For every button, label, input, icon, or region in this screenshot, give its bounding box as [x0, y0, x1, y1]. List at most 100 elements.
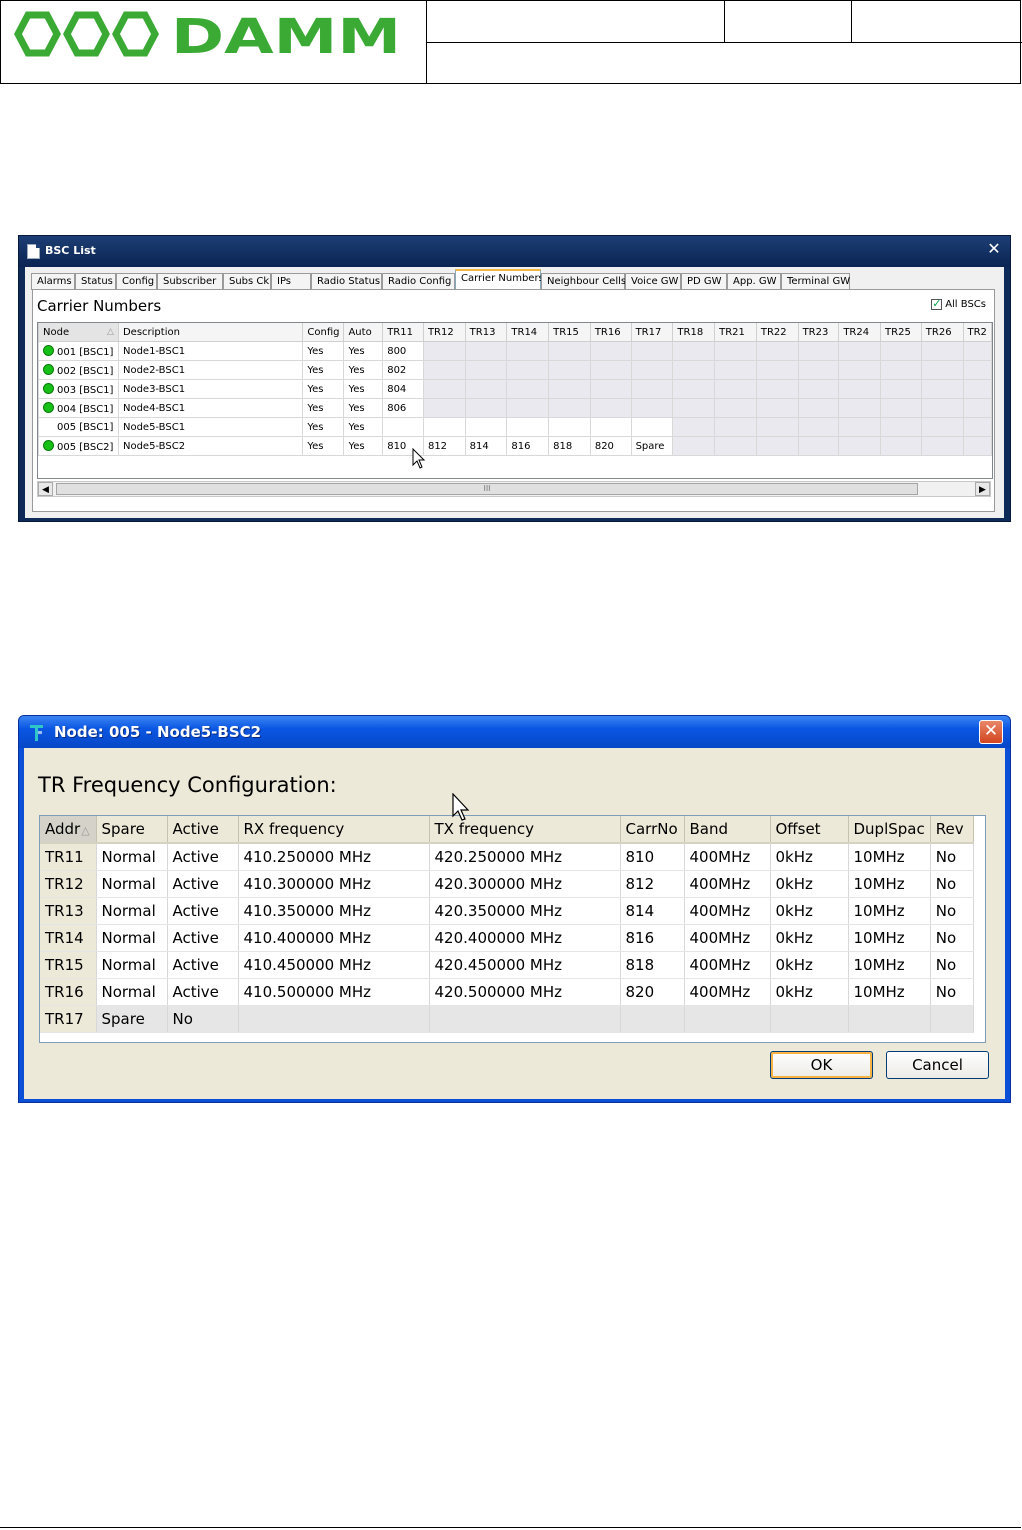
cell-carrno[interactable]: 820 — [620, 978, 685, 1006]
bsc-list-titlebar[interactable]: BSC List ✕ — [19, 236, 1010, 267]
table-row[interactable]: TR16 Normal Active 410.500000 MHz 420.500000… — [40, 978, 974, 1006]
carrier-cell[interactable]: 818 — [548, 436, 591, 456]
table-row[interactable]: TR13 Normal Active 410.350000 MHz 420.350000… — [40, 897, 974, 925]
column-header-auto[interactable]: Auto — [343, 323, 384, 342]
column-header-tr18[interactable]: TR18 — [672, 323, 716, 342]
carrier-cell[interactable]: 812 — [422, 436, 466, 456]
cell-tx-frequency[interactable]: 420.250000 MHz — [429, 843, 621, 871]
cell-spare[interactable]: Normal — [96, 951, 168, 979]
carrier-cell[interactable] — [589, 417, 632, 437]
column-header-offset[interactable]: Offset — [770, 816, 849, 844]
cell-rx-frequency[interactable]: 410.300000 MHz — [238, 870, 430, 898]
column-header-tr21[interactable]: TR21 — [714, 323, 757, 342]
table-row[interactable]: TR15 Normal Active 410.450000 MHz 420.450000… — [40, 951, 974, 979]
cell-rx-frequency[interactable]: 410.400000 MHz — [238, 924, 430, 952]
tab-ips[interactable]: IPs — [271, 273, 311, 289]
column-header-tr11[interactable]: TR11 — [382, 323, 424, 342]
tab-voice-gw[interactable]: Voice GW — [625, 273, 681, 289]
table-row[interactable]: TR11 Normal Active 410.250000 MHz 420.250000… — [40, 843, 974, 871]
table-row[interactable]: 005 [BSC1] Node5-BSC1 Yes Yes — [38, 417, 992, 437]
cell-rev[interactable]: No — [930, 897, 974, 925]
carrier-cell[interactable]: 806 — [382, 398, 424, 418]
column-header-carrno[interactable]: CarrNo — [620, 816, 685, 844]
table-row[interactable]: 003 [BSC1] Node3-BSC1 Yes Yes 804 — [38, 379, 992, 399]
cell-tx-frequency[interactable]: 420.450000 MHz — [429, 951, 621, 979]
cell-carrno[interactable]: 816 — [620, 924, 685, 952]
cell-rx-frequency[interactable]: 410.350000 MHz — [238, 897, 430, 925]
cell-active[interactable]: Active — [167, 951, 239, 979]
horizontal-scrollbar[interactable]: ◀ III ▶ — [37, 481, 991, 497]
carrier-cell[interactable] — [422, 417, 466, 437]
tab-radio-status[interactable]: Radio Status — [311, 273, 382, 289]
cell-band[interactable]: 400MHz — [684, 924, 771, 952]
cell-offset[interactable]: 0kHz — [770, 870, 849, 898]
cell-spare[interactable]: Normal — [96, 897, 168, 925]
carrier-cell[interactable]: 802 — [382, 360, 424, 380]
cell-spare[interactable]: Normal — [96, 924, 168, 952]
column-header-tr2[interactable]: TR2 — [962, 323, 992, 342]
tab-neighbour-cells[interactable]: Neighbour Cells — [541, 273, 626, 289]
cell-rx-frequency[interactable]: 410.500000 MHz — [238, 978, 430, 1006]
tab-config[interactable]: Config — [116, 273, 157, 289]
column-header-duplspac[interactable]: DuplSpac — [848, 816, 931, 844]
cell-offset[interactable]: 0kHz — [770, 843, 849, 871]
cell-tx-frequency[interactable] — [429, 1005, 621, 1033]
carrier-cell[interactable] — [548, 417, 591, 437]
tab-pd-gw[interactable]: PD GW — [681, 273, 727, 289]
column-header-description[interactable]: Description — [117, 323, 304, 342]
column-header-tr16[interactable]: TR16 — [589, 323, 632, 342]
cell-band[interactable]: 400MHz — [684, 870, 771, 898]
column-header-tr24[interactable]: TR24 — [838, 323, 882, 342]
column-header-active[interactable]: Active — [167, 816, 239, 844]
column-header-tr23[interactable]: TR23 — [797, 323, 840, 342]
cell-active[interactable]: Active — [167, 843, 239, 871]
close-button[interactable]: ✕ — [979, 720, 1003, 744]
carrier-cell[interactable] — [506, 417, 550, 437]
cell-active[interactable]: Active — [167, 978, 239, 1006]
table-row[interactable]: 005 [BSC2] Node5-BSC2 Yes Yes 810 812 814 816 81… — [38, 436, 992, 456]
cell-offset[interactable]: 0kHz — [770, 978, 849, 1006]
cell-rev[interactable]: No — [930, 924, 974, 952]
scroll-left-arrow[interactable]: ◀ — [38, 482, 53, 496]
carrier-cell[interactable]: 814 — [464, 436, 508, 456]
column-header-config[interactable]: Config — [302, 323, 345, 342]
tab-subscriber[interactable]: Subscriber — [157, 273, 223, 289]
cell-rev[interactable]: No — [930, 870, 974, 898]
column-header-spare[interactable]: Spare — [96, 816, 168, 844]
cell-rx-frequency[interactable]: 410.450000 MHz — [238, 951, 430, 979]
cell-tx-frequency[interactable]: 420.500000 MHz — [429, 978, 621, 1006]
tab-terminal-gw[interactable]: Terminal GW — [781, 273, 850, 289]
carrier-cell[interactable]: 816 — [506, 436, 550, 456]
cell-tx-frequency[interactable]: 420.400000 MHz — [429, 924, 621, 952]
table-row[interactable]: 002 [BSC1] Node2-BSC1 Yes Yes 802 — [38, 360, 992, 380]
cell-carrno[interactable]: 818 — [620, 951, 685, 979]
scroll-thumb[interactable]: III — [56, 483, 918, 495]
table-row[interactable]: 004 [BSC1] Node4-BSC1 Yes Yes 806 — [38, 398, 992, 418]
cell-offset[interactable]: 0kHz — [770, 951, 849, 979]
cell-active[interactable]: No — [167, 1005, 239, 1033]
table-row[interactable]: TR14 Normal Active 410.400000 MHz 420.400000… — [40, 924, 974, 952]
cell-active[interactable]: Active — [167, 870, 239, 898]
cell-carrno[interactable]: 812 — [620, 870, 685, 898]
cell-band[interactable]: 400MHz — [684, 978, 771, 1006]
column-header-tr17[interactable]: TR17 — [630, 323, 674, 342]
cell-spare[interactable]: Normal — [96, 870, 168, 898]
table-row[interactable]: 001 [BSC1] Node1-BSC1 Yes Yes 800 — [38, 341, 992, 361]
cell-rx-frequency[interactable] — [238, 1005, 430, 1033]
cell-duplspac[interactable] — [848, 1005, 931, 1033]
column-header-tr13[interactable]: TR13 — [464, 323, 508, 342]
tab-carrier-numbers[interactable]: Carrier Numbers — [455, 269, 544, 289]
tab-app-gw[interactable]: App. GW — [727, 273, 781, 289]
cell-active[interactable]: Active — [167, 897, 239, 925]
ok-button[interactable]: OK — [770, 1051, 873, 1079]
column-header-rev[interactable]: Rev — [930, 816, 974, 844]
cell-band[interactable] — [684, 1005, 771, 1033]
cell-carrno[interactable]: 814 — [620, 897, 685, 925]
cell-rev[interactable]: No — [930, 978, 974, 1006]
table-row[interactable]: TR17 Spare No — [40, 1005, 974, 1033]
tab-radio-config[interactable]: Radio Config — [382, 273, 455, 289]
carrier-cell[interactable] — [464, 417, 508, 437]
column-header-tr12[interactable]: TR12 — [422, 323, 466, 342]
cell-duplspac[interactable]: 10MHz — [848, 924, 931, 952]
carrier-cell[interactable] — [382, 417, 424, 437]
